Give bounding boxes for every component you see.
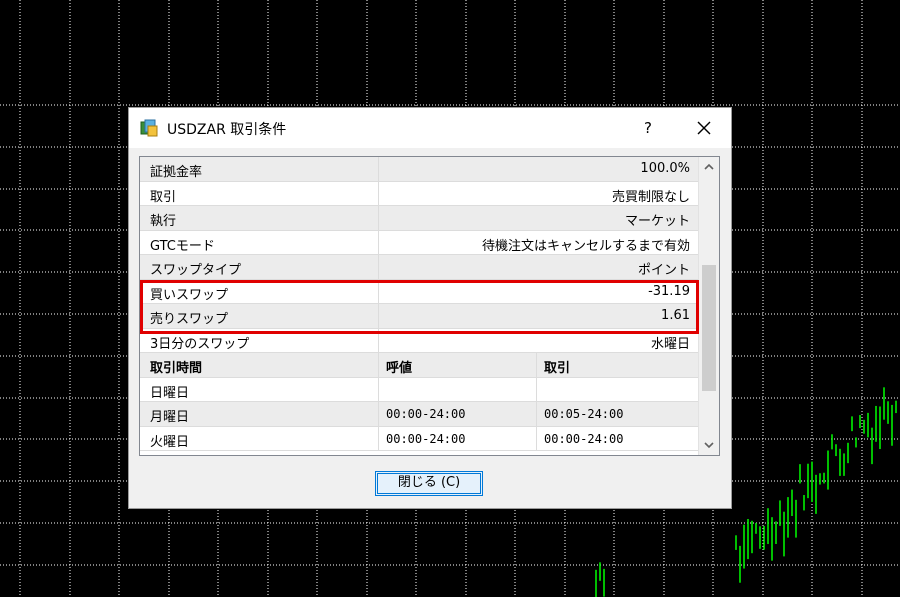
column-divider bbox=[536, 377, 537, 401]
session-day: 日曜日 bbox=[150, 385, 190, 401]
column-divider bbox=[378, 426, 379, 450]
sessions-header-trade: 取引 bbox=[544, 361, 571, 376]
column-divider bbox=[378, 377, 379, 401]
property-name: GTCモード bbox=[150, 238, 215, 254]
property-value: 待機注文はキャンセルするまで有効 bbox=[481, 238, 690, 254]
column-divider bbox=[378, 328, 379, 352]
scroll-thumb[interactable] bbox=[702, 265, 716, 391]
vertical-scrollbar[interactable] bbox=[698, 157, 719, 455]
column-divider bbox=[536, 426, 537, 450]
session-quote-hours: 00:00-24:00 bbox=[386, 407, 466, 421]
property-row-margin-rate[interactable]: 証拠金率 100.0% bbox=[140, 157, 698, 182]
close-dialog-button[interactable]: 閉じる (C) bbox=[375, 471, 483, 496]
session-day: 火曜日 bbox=[150, 434, 190, 450]
column-divider bbox=[378, 402, 379, 426]
column-divider bbox=[378, 353, 379, 377]
window-title: USDZAR 取引条件 bbox=[167, 122, 287, 138]
property-row-swap-type[interactable]: スワップタイプ ポイント bbox=[140, 255, 698, 280]
property-row-gtc-mode[interactable]: GTCモード 待機注文はキャンセルするまで有効 bbox=[140, 230, 698, 255]
column-divider bbox=[378, 255, 379, 279]
property-name: 証拠金率 bbox=[150, 165, 203, 180]
session-row-sunday[interactable]: 日曜日 bbox=[140, 377, 698, 402]
chevron-down-icon bbox=[704, 442, 714, 449]
column-divider bbox=[536, 353, 537, 377]
session-quote-hours: 00:00-24:00 bbox=[386, 431, 466, 446]
property-value: 水曜日 bbox=[650, 336, 690, 352]
property-row-triple-swap-day[interactable]: 3日分のスワップ 水曜日 bbox=[140, 328, 698, 353]
session-row-tuesday[interactable]: 火曜日 00:00-24:00 00:00-24:00 bbox=[140, 426, 698, 451]
property-row-trade[interactable]: 取引 売買制限なし bbox=[140, 181, 698, 206]
property-value: 売買制限なし bbox=[611, 189, 690, 205]
close-button[interactable] bbox=[689, 114, 719, 142]
property-row-swap-long[interactable]: 買いスワップ -31.19 bbox=[140, 279, 698, 304]
scroll-up-button[interactable] bbox=[699, 157, 719, 177]
property-row-execution[interactable]: 執行 マーケット bbox=[140, 206, 698, 231]
sessions-header-row: 取引時間 呼値 取引 bbox=[140, 353, 698, 378]
column-divider bbox=[378, 304, 379, 328]
session-trade-hours: 00:05-24:00 bbox=[544, 407, 624, 421]
sessions-header-day: 取引時間 bbox=[150, 361, 203, 376]
session-day: 月曜日 bbox=[150, 410, 190, 425]
property-value: 100.0% bbox=[640, 161, 690, 176]
property-name: 取引 bbox=[150, 189, 177, 205]
title-bar: USDZAR 取引条件 ? bbox=[129, 108, 731, 148]
session-trade-hours: 00:00-24:00 bbox=[544, 431, 624, 446]
properties-rows: 証拠金率 100.0% 取引 売買制限なし 執行 マーケット GTCモード 待機… bbox=[140, 157, 698, 451]
session-row-monday[interactable]: 月曜日 00:00-24:00 00:05-24:00 bbox=[140, 402, 698, 427]
column-divider bbox=[378, 157, 379, 181]
sessions-header-quote: 呼値 bbox=[386, 361, 413, 376]
property-value: -31.19 bbox=[648, 283, 690, 299]
column-divider bbox=[536, 402, 537, 426]
property-name: 3日分のスワップ bbox=[150, 336, 250, 352]
property-name: 買いスワップ bbox=[150, 287, 229, 303]
scroll-down-button[interactable] bbox=[699, 435, 719, 455]
property-value: ポイント bbox=[637, 263, 690, 278]
property-name: スワップタイプ bbox=[150, 263, 242, 278]
property-value: マーケット bbox=[624, 214, 690, 229]
property-name: 執行 bbox=[150, 214, 177, 229]
symbol-properties-icon bbox=[140, 119, 158, 137]
help-button[interactable]: ? bbox=[634, 117, 662, 141]
column-divider bbox=[378, 230, 379, 254]
property-value: 1.61 bbox=[661, 308, 690, 323]
chevron-up-icon bbox=[704, 163, 714, 170]
symbol-properties-dialog: USDZAR 取引条件 ? 証拠金率 100.0% 取引 売買制限なし 執行 マ… bbox=[128, 107, 732, 509]
property-row-swap-short[interactable]: 売りスワップ 1.61 bbox=[140, 304, 698, 329]
column-divider bbox=[378, 181, 379, 205]
properties-list[interactable]: 証拠金率 100.0% 取引 売買制限なし 執行 マーケット GTCモード 待機… bbox=[139, 156, 720, 456]
close-icon bbox=[697, 121, 711, 135]
property-name: 売りスワップ bbox=[150, 312, 229, 327]
column-divider bbox=[378, 279, 379, 303]
column-divider bbox=[378, 206, 379, 230]
